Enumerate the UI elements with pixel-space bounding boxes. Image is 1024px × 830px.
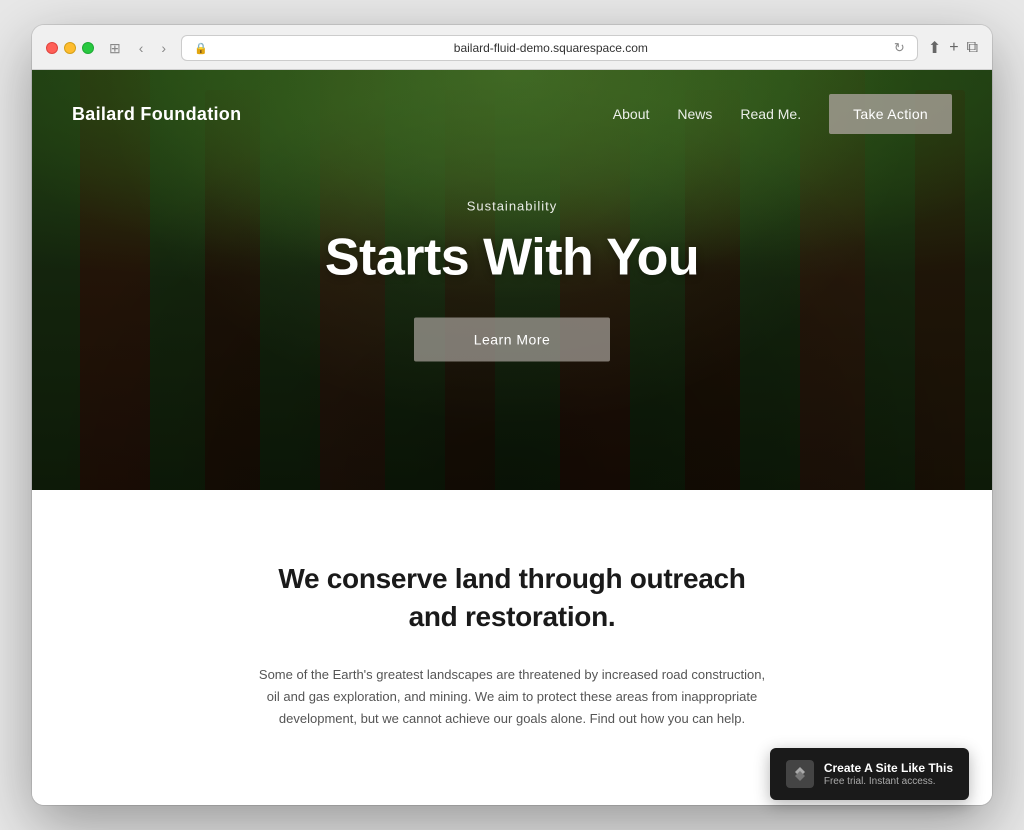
close-button[interactable] — [46, 42, 58, 54]
address-bar[interactable]: 🔒 bailard-fluid-demo.squarespace.com ↻ — [181, 35, 918, 61]
forward-button[interactable]: › — [156, 38, 171, 58]
maximize-button[interactable] — [82, 42, 94, 54]
reload-icon[interactable]: ↻ — [894, 40, 905, 56]
browser-actions: ⬆ + ⧉ — [928, 38, 978, 58]
nav-about[interactable]: About — [613, 106, 650, 122]
squarespace-icon — [786, 760, 814, 788]
browser-controls: ⊞ ‹ › — [104, 38, 171, 59]
hero-text: Sustainability Starts With You Learn Mor… — [32, 199, 992, 362]
squarespace-badge[interactable]: Create A Site Like This Free trial. Inst… — [770, 748, 969, 800]
badge-main: Create A Site Like This — [824, 761, 953, 775]
content-headline: We conserve land through outreach and re… — [272, 560, 752, 636]
learn-more-button[interactable]: Learn More — [414, 318, 611, 362]
lock-icon: 🔒 — [194, 42, 208, 55]
minimize-button[interactable] — [64, 42, 76, 54]
badge-text: Create A Site Like This Free trial. Inst… — [824, 761, 953, 787]
share-icon[interactable]: ⬆ — [928, 38, 941, 58]
website-content: Bailard Foundation About News Read Me. T… — [32, 70, 992, 805]
grid-view-icon[interactable]: ⊞ — [104, 38, 126, 59]
hero-subtitle: Sustainability — [32, 199, 992, 214]
browser-window: ⊞ ‹ › 🔒 bailard-fluid-demo.squarespace.c… — [32, 25, 992, 805]
hero-title: Starts With You — [32, 228, 992, 288]
back-button[interactable]: ‹ — [134, 38, 149, 58]
new-tab-icon[interactable]: + — [949, 39, 958, 57]
site-nav: Bailard Foundation About News Read Me. T… — [32, 70, 992, 158]
site-logo: Bailard Foundation — [72, 104, 241, 125]
nav-links: About News Read Me. Take Action — [613, 94, 952, 134]
browser-chrome: ⊞ ‹ › 🔒 bailard-fluid-demo.squarespace.c… — [32, 25, 992, 70]
nav-news[interactable]: News — [677, 106, 712, 122]
nav-readme[interactable]: Read Me. — [740, 106, 801, 122]
tabs-icon[interactable]: ⧉ — [967, 39, 978, 57]
url-text: bailard-fluid-demo.squarespace.com — [214, 41, 888, 55]
badge-sub: Free trial. Instant access. — [824, 776, 953, 787]
traffic-lights — [46, 42, 94, 54]
take-action-button[interactable]: Take Action — [829, 94, 952, 134]
content-body: Some of the Earth's greatest landscapes … — [252, 664, 772, 730]
hero-section: Bailard Foundation About News Read Me. T… — [32, 70, 992, 490]
